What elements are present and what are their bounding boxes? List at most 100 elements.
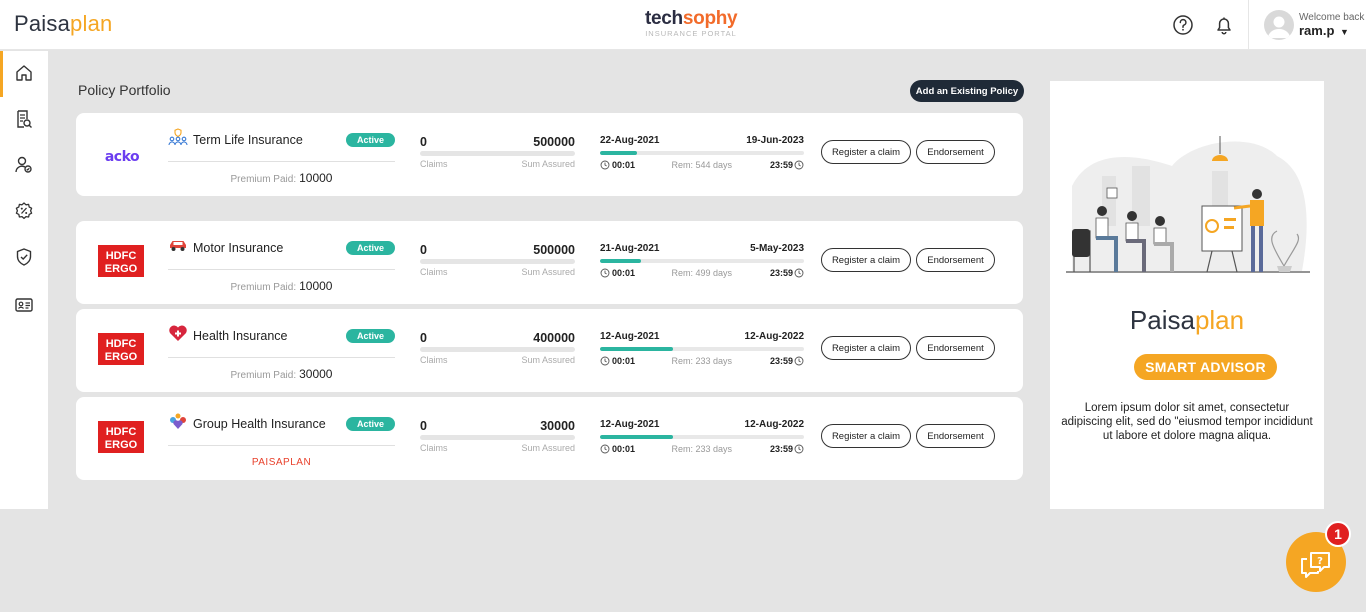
divider [168, 269, 395, 270]
sidebar [0, 51, 48, 509]
claims-label: Claims [420, 443, 448, 453]
advisor-brand-part2: plan [1194, 305, 1245, 335]
user-menu[interactable]: ram.p ▼ [1299, 23, 1349, 38]
sum-assured-value: 400000 [533, 331, 575, 345]
endorsement-button[interactable]: Endorsement [916, 140, 995, 164]
svg-text:ERGO: ERGO [105, 351, 138, 363]
start-date: 12-Aug-2021 [600, 419, 660, 430]
smart-advisor-panel: Paisaplan SMART ADVISOR Lorem ipsum dolo… [1050, 81, 1324, 509]
help-icon[interactable] [1172, 14, 1194, 36]
claims-bar [420, 435, 575, 440]
group-provider-tag: PAISAPLAN [251, 457, 312, 468]
end-time: 23:59 [769, 444, 793, 454]
clock-icon [794, 356, 804, 366]
smart-advisor-badge[interactable]: SMART ADVISOR [1134, 354, 1277, 380]
policy-card-group-health: HDFC ERGO Group Health Insurance Active … [76, 397, 1023, 480]
end-date: 5-May-2023 [750, 243, 804, 254]
add-existing-policy-button[interactable]: Add an Existing Policy [910, 80, 1024, 102]
policy-name: Health Insurance [193, 329, 288, 343]
sidebar-item-offers[interactable] [0, 189, 48, 233]
sidebar-item-profile[interactable] [0, 143, 48, 187]
policy-card-motor: HDFC ERGO Motor Insurance Active Premium… [76, 221, 1023, 304]
policy-progress-bar [600, 347, 804, 351]
notification-bell-icon[interactable] [1213, 14, 1235, 36]
start-time: 00:01 [612, 160, 636, 170]
premium-paid: Premium Paid: 10000 [168, 171, 395, 185]
clock-icon [600, 444, 610, 454]
center-logo-subtitle: INSURANCE PORTAL [645, 29, 737, 38]
clock-icon [600, 160, 610, 170]
claims-bar [420, 259, 575, 264]
start-date: 22-Aug-2021 [600, 135, 660, 146]
claims-label: Claims [420, 267, 448, 277]
premium-label: Premium Paid: [230, 282, 297, 293]
policy-progress-fill [600, 347, 674, 351]
claims-count: 0 [420, 419, 427, 433]
remaining-days: Rem: 544 days [671, 160, 732, 170]
svg-text:HDFC: HDFC [106, 426, 137, 438]
sidebar-item-policies[interactable] [0, 97, 48, 141]
end-date: 12-Aug-2022 [744, 419, 804, 430]
remaining-days: Rem: 233 days [671, 444, 732, 454]
top-header: Paisaplan techsophy INSURANCE PORTAL Wel… [0, 0, 1366, 50]
claims-bar [420, 347, 575, 352]
premium-value: 10000 [299, 279, 333, 293]
policy-name: Term Life Insurance [193, 133, 303, 147]
claims-label: Claims [420, 159, 448, 169]
clock-icon [794, 444, 804, 454]
premium-value: 30000 [299, 367, 333, 381]
brand-logo[interactable]: Paisaplan [14, 11, 112, 37]
status-badge: Active [346, 241, 395, 255]
policy-progress-bar [600, 435, 804, 439]
policy-card-health: HDFC ERGO Health Insurance Active Premiu… [76, 309, 1023, 392]
register-claim-button[interactable]: Register a claim [821, 424, 911, 448]
sidebar-item-documents[interactable] [0, 283, 48, 327]
user-avatar-icon [1268, 16, 1290, 38]
page-footer-area [0, 509, 1366, 612]
claims-bar [420, 151, 575, 156]
policy-progress-fill [600, 151, 637, 155]
svg-text:ERGO: ERGO [105, 439, 138, 451]
endorsement-button[interactable]: Endorsement [916, 424, 995, 448]
premium-value: 10000 [299, 171, 333, 185]
sum-assured-label: Sum Assured [521, 159, 575, 169]
sidebar-item-claims[interactable] [0, 235, 48, 279]
center-logo-part1: tech [645, 8, 683, 29]
svg-text:?: ? [1317, 556, 1323, 567]
start-time: 00:01 [612, 444, 636, 454]
page-title: Policy Portfolio [78, 82, 171, 98]
endorsement-button[interactable]: Endorsement [916, 336, 995, 360]
svg-text:HDFC: HDFC [106, 338, 137, 350]
hdfc-ergo-logo: HDFC ERGO [98, 421, 144, 453]
techsophy-logo: techsophy INSURANCE PORTAL [645, 8, 738, 39]
status-badge: Active [346, 133, 395, 147]
svg-text:ERGO: ERGO [105, 263, 138, 275]
svg-text:HDFC: HDFC [106, 250, 137, 262]
claims-count: 0 [420, 331, 427, 345]
end-date: 12-Aug-2022 [744, 331, 804, 342]
start-date: 12-Aug-2021 [600, 331, 660, 342]
premium-label: Premium Paid: [230, 174, 297, 185]
sidebar-item-home[interactable] [0, 51, 48, 97]
claims-count: 0 [420, 135, 427, 149]
chevron-down-icon: ▼ [1340, 27, 1349, 37]
hdfc-ergo-logo: HDFC ERGO [98, 245, 144, 277]
sum-assured-label: Sum Assured [521, 267, 575, 277]
end-date: 19-Jun-2023 [746, 135, 804, 146]
hdfc-ergo-logo: HDFC ERGO [98, 333, 144, 365]
avatar[interactable] [1264, 10, 1294, 40]
register-claim-button[interactable]: Register a claim [821, 248, 911, 272]
header-divider [1248, 0, 1249, 50]
start-time: 00:01 [612, 356, 636, 366]
end-time: 23:59 [769, 268, 793, 278]
chat-notification-badge: 1 [1325, 521, 1351, 547]
chat-help-icon: ? [1301, 552, 1330, 578]
policy-document-icon [17, 110, 32, 128]
policy-progress-fill [600, 259, 641, 263]
end-time: 23:59 [769, 356, 793, 366]
register-claim-button[interactable]: Register a claim [821, 336, 911, 360]
endorsement-button[interactable]: Endorsement [916, 248, 995, 272]
sum-assured-value: 500000 [533, 135, 575, 149]
register-claim-button[interactable]: Register a claim [821, 140, 911, 164]
status-badge: Active [346, 417, 395, 431]
